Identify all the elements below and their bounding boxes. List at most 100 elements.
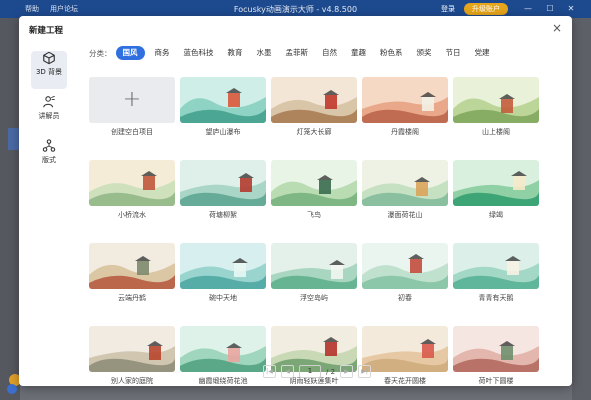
template-caption: 绿竭 <box>489 211 503 219</box>
login-link[interactable]: 登录 <box>441 4 455 14</box>
template-card[interactable]: 别人家的庭院 <box>89 326 175 386</box>
app-sidebar <box>0 18 21 400</box>
template-caption: 云端丹鹤 <box>118 294 146 302</box>
template-thumbnail <box>89 160 175 206</box>
template-card[interactable]: 小桥流水 <box>89 160 175 220</box>
template-thumbnail <box>180 160 266 206</box>
category-business[interactable]: 商务 <box>151 46 174 60</box>
page-input[interactable]: 1 <box>299 365 321 378</box>
category-blue-tech[interactable]: 蓝色科技 <box>180 46 218 60</box>
template-thumbnail <box>180 77 266 123</box>
template-caption: 幽霞缎绕荷花池 <box>198 377 248 385</box>
template-caption: 荷叶下圆楼 <box>478 377 514 385</box>
template-thumbnail <box>271 77 357 123</box>
template-caption: 山上楼阁 <box>482 128 510 136</box>
template-card[interactable]: 绿竭 <box>453 160 539 220</box>
category-award[interactable]: 颁奖 <box>413 46 436 60</box>
category-childlike[interactable]: 童趣 <box>347 46 370 60</box>
category-education[interactable]: 教育 <box>224 46 247 60</box>
layout-icon <box>42 139 56 152</box>
pagination: |◀ ◀ 1 / 2 ▶ ▶| <box>263 365 372 378</box>
template-caption: 荷塘柳絮 <box>209 211 237 219</box>
template-caption: 别人家的庭院 <box>111 377 153 385</box>
template-card[interactable]: 荷塘柳絮 <box>180 160 266 220</box>
template-card[interactable]: 丹霞楼阁 <box>362 77 448 137</box>
category-pink[interactable]: 粉色系 <box>376 46 407 60</box>
cube-icon <box>43 51 55 65</box>
template-caption: 创建空白项目 <box>111 128 153 136</box>
first-page-button[interactable]: |◀ <box>263 365 276 378</box>
category-party[interactable]: 党建 <box>471 46 494 60</box>
template-thumbnail <box>362 160 448 206</box>
template-caption: 瀑面荷花山 <box>387 211 423 219</box>
category-ink[interactable]: 水墨 <box>253 46 276 60</box>
nav-item-3d-background[interactable]: 3D 背景 <box>31 51 67 89</box>
nav-label: 3D 背景 <box>35 68 63 76</box>
category-label: 分类： <box>89 48 112 58</box>
template-thumbnail <box>271 243 357 289</box>
template-card[interactable]: 山上楼阁 <box>453 77 539 137</box>
blank-thumbnail: + <box>89 77 175 123</box>
plus-icon: + <box>122 87 142 112</box>
minimize-icon[interactable]: — <box>522 3 534 15</box>
template-card[interactable]: 碗中天地 <box>180 243 266 303</box>
nav-label: 版式 <box>42 156 56 164</box>
template-thumbnail <box>180 243 266 289</box>
template-thumbnail <box>362 77 448 123</box>
category-nature[interactable]: 自然 <box>318 46 341 60</box>
nav-label: 讲解员 <box>38 112 60 120</box>
template-card[interactable]: 瀑面荷花山 <box>362 160 448 220</box>
template-grid: + 创建空白项目 望庐山瀑布 灯笼大长廊 丹霞楼阁 山上楼阁小桥流水 荷塘柳絮 飞鸟 瀑面荷… <box>89 77 541 386</box>
template-thumbnail <box>453 326 539 372</box>
template-thumbnail <box>180 326 266 372</box>
template-caption: 初春 <box>398 294 412 302</box>
template-card[interactable]: 青青有天鹅 <box>453 243 539 303</box>
template-caption: 灯笼大长廊 <box>296 128 332 136</box>
dialog-nav: 3D 背景 讲解员 版式 <box>31 45 69 183</box>
help-bubble-icon[interactable] <box>7 384 17 394</box>
template-caption: 小桥流水 <box>118 211 146 219</box>
template-thumbnail <box>453 160 539 206</box>
template-thumbnail <box>271 160 357 206</box>
template-card[interactable]: 春天花开圆楼 <box>362 326 448 386</box>
nav-item-presenter[interactable]: 讲解员 <box>31 95 67 133</box>
nav-item-layout[interactable]: 版式 <box>31 139 67 177</box>
template-card[interactable]: 幽霞缎绕荷花池 <box>180 326 266 386</box>
template-card[interactable]: 浮空岛屿 <box>271 243 357 303</box>
template-card[interactable]: 云端丹鹤 <box>89 243 175 303</box>
template-card[interactable]: 飞鸟 <box>271 160 357 220</box>
template-caption: 春天花开圆楼 <box>384 377 426 385</box>
new-project-dialog: 新建工程 × 3D 背景 讲解员 版式 分类： 国风 商务 蓝色科技 教育 水墨… <box>19 16 572 386</box>
template-caption: 望庐山瀑布 <box>205 128 241 136</box>
create-blank-project[interactable]: + 创建空白项目 <box>89 77 175 137</box>
template-caption: 飞鸟 <box>307 211 321 219</box>
template-card[interactable]: 灯笼大长廊 <box>271 77 357 137</box>
template-thumbnail <box>453 77 539 123</box>
category-bar: 分类： 国风 商务 蓝色科技 教育 水墨 孟菲斯 自然 童趣 粉色系 颁奖 节日… <box>89 45 500 61</box>
template-card[interactable]: 荷叶下圆楼 <box>453 326 539 386</box>
template-thumbnail <box>453 243 539 289</box>
template-caption: 丹霞楼阁 <box>391 128 419 136</box>
category-festival[interactable]: 节日 <box>442 46 465 60</box>
template-card[interactable]: 望庐山瀑布 <box>180 77 266 137</box>
presenter-icon <box>43 95 55 108</box>
next-page-button[interactable]: ▶ <box>340 365 354 378</box>
prev-page-button[interactable]: ◀ <box>281 365 294 378</box>
template-card[interactable]: 初春 <box>362 243 448 303</box>
maximize-icon[interactable]: ☐ <box>544 3 556 15</box>
upgrade-button[interactable]: 升级账户 <box>464 3 508 15</box>
template-thumbnail <box>362 326 448 372</box>
template-thumbnail <box>362 243 448 289</box>
template-thumbnail <box>89 326 175 372</box>
dialog-title: 新建工程 <box>29 26 64 36</box>
window-close-icon[interactable]: ✕ <box>565 3 577 15</box>
category-guofeng[interactable]: 国风 <box>115 46 145 60</box>
template-thumbnail <box>89 243 175 289</box>
close-icon[interactable]: × <box>552 21 562 35</box>
template-caption: 青青有天鹅 <box>478 294 514 302</box>
template-caption: 浮空岛屿 <box>300 294 328 302</box>
last-page-button[interactable]: ▶| <box>358 365 372 378</box>
page-total: / 2 <box>326 367 336 376</box>
category-memphis[interactable]: 孟菲斯 <box>282 46 313 60</box>
app-right-panel <box>572 18 591 400</box>
